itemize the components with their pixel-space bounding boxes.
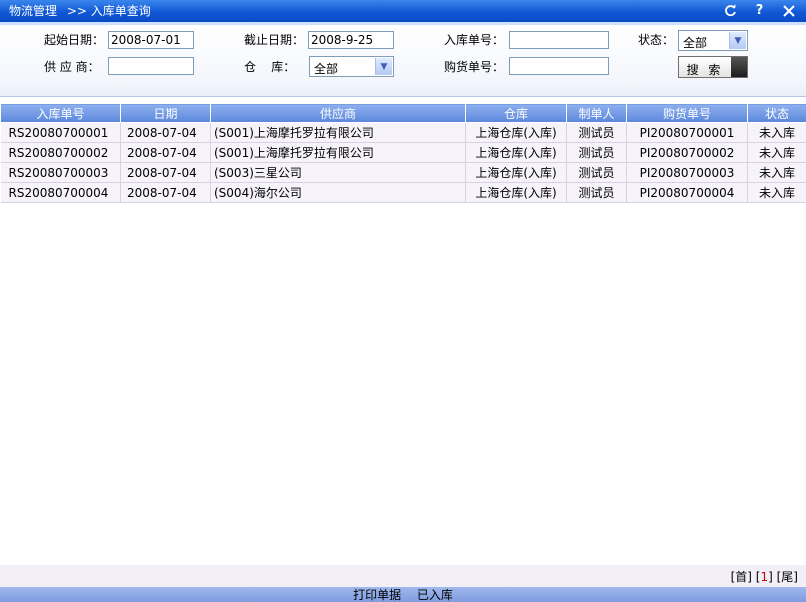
supplier-cell: (S004)海尔公司 <box>210 182 466 203</box>
col-purchase-no[interactable]: 购货单号 <box>626 103 748 123</box>
status-cell: 未入库 <box>747 182 806 203</box>
refresh-icon[interactable] <box>723 2 738 19</box>
print-button[interactable]: 打印单据 <box>353 588 401 602</box>
receipt-no-cell[interactable]: RS20080700003 <box>0 162 121 183</box>
receipt-table: 入库单号 日期 供应商 仓库 制单人 购货单号 状态 RS20080700001… <box>0 103 806 203</box>
status-cell: 未入库 <box>747 142 806 163</box>
table-row[interactable]: RS20080700004 2008-07-04 (S004)海尔公司 上海仓库… <box>0 182 806 203</box>
status-select[interactable]: 全部 ▼ <box>678 30 748 51</box>
date-cell: 2008-07-04 <box>120 142 211 163</box>
date-cell: 2008-07-04 <box>120 162 211 183</box>
current-page-link[interactable]: 1 <box>760 570 768 584</box>
purchase-no-cell: PI20080700002 <box>626 142 748 163</box>
table-row[interactable]: RS20080700003 2008-07-04 (S003)三星公司 上海仓库… <box>0 162 806 183</box>
col-receipt-no[interactable]: 入库单号 <box>0 103 121 123</box>
start-date-input[interactable] <box>108 31 194 49</box>
receipt-no-input[interactable] <box>509 31 609 49</box>
breadcrumb-module[interactable]: 物流管理 <box>9 4 57 18</box>
warehouse-select-value: 全部 <box>314 62 339 76</box>
current-page-close: ] <box>768 570 773 584</box>
warehouse-cell: 上海仓库(入库) <box>465 182 567 203</box>
date-cell: 2008-07-04 <box>120 182 211 203</box>
breadcrumb-page: 入库单查询 <box>90 4 151 18</box>
help-icon[interactable]: ? <box>752 2 767 19</box>
creator-cell: 测试员 <box>566 122 627 143</box>
start-date-label: 起始日期： <box>44 33 105 47</box>
purchase-no-label: 购货单号： <box>444 60 505 74</box>
end-date-label: 截止日期： <box>244 33 305 47</box>
creator-cell: 测试员 <box>566 162 627 183</box>
receipt-no-label: 入库单号： <box>444 33 505 47</box>
purchase-no-input[interactable] <box>509 57 609 75</box>
status-select-value: 全部 <box>683 36 708 50</box>
purchase-no-cell: PI20080700003 <box>626 162 748 183</box>
purchase-no-cell: PI20080700001 <box>626 122 748 143</box>
creator-cell: 测试员 <box>566 182 627 203</box>
col-status[interactable]: 状态 <box>747 103 806 123</box>
supplier-cell: (S003)三星公司 <box>210 162 466 183</box>
pagination-bar: [首] [1] [尾] <box>0 565 806 587</box>
table-header-row: 入库单号 日期 供应商 仓库 制单人 购货单号 状态 <box>0 103 806 123</box>
breadcrumb: 物流管理 >> 入库单查询 <box>9 4 151 18</box>
status-label: 状态： <box>638 33 675 47</box>
close-icon[interactable] <box>781 2 796 19</box>
warehouse-cell: 上海仓库(入库) <box>465 142 567 163</box>
chevron-down-icon[interactable]: ▼ <box>375 58 392 75</box>
last-page-link[interactable]: [尾] <box>777 570 798 584</box>
end-date-input[interactable] <box>308 31 394 49</box>
action-bar: 打印单据 已入库 <box>0 587 806 602</box>
chevron-down-icon[interactable]: ▼ <box>729 32 746 49</box>
warehouse-cell: 上海仓库(入库) <box>465 122 567 143</box>
receipt-no-cell[interactable]: RS20080700002 <box>0 142 121 163</box>
breadcrumb-separator: >> <box>66 4 87 18</box>
status-cell: 未入库 <box>747 122 806 143</box>
first-page-link[interactable]: [首] <box>731 570 752 584</box>
col-creator[interactable]: 制单人 <box>566 103 627 123</box>
search-button[interactable]: 搜 索 <box>678 56 748 78</box>
filter-panel: 起始日期： 截止日期： 入库单号： 状态： 全部 ▼ 供 应 商： 仓 库： 全… <box>0 25 806 97</box>
supplier-cell: (S001)上海摩托罗拉有限公司 <box>210 142 466 163</box>
supplier-input[interactable] <box>108 57 194 75</box>
receipt-no-cell[interactable]: RS20080700001 <box>0 122 121 143</box>
table-row[interactable]: RS20080700001 2008-07-04 (S001)上海摩托罗拉有限公… <box>0 122 806 143</box>
warehouse-cell: 上海仓库(入库) <box>465 162 567 183</box>
col-supplier[interactable]: 供应商 <box>210 103 466 123</box>
purchase-no-cell: PI20080700004 <box>626 182 748 203</box>
col-date[interactable]: 日期 <box>120 103 211 123</box>
creator-cell: 测试员 <box>566 142 627 163</box>
supplier-label: 供 应 商： <box>44 60 100 74</box>
stocked-button[interactable]: 已入库 <box>417 588 453 602</box>
title-bar: 物流管理 >> 入库单查询 ? <box>0 0 806 22</box>
warehouse-select[interactable]: 全部 ▼ <box>309 56 394 77</box>
search-button-edge <box>731 57 747 77</box>
warehouse-label: 仓 库： <box>244 60 296 74</box>
receipt-no-cell[interactable]: RS20080700004 <box>0 182 121 203</box>
col-warehouse[interactable]: 仓库 <box>465 103 567 123</box>
date-cell: 2008-07-04 <box>120 122 211 143</box>
status-cell: 未入库 <box>747 162 806 183</box>
supplier-cell: (S001)上海摩托罗拉有限公司 <box>210 122 466 143</box>
search-button-label: 搜 索 <box>686 63 724 77</box>
table-row[interactable]: RS20080700002 2008-07-04 (S001)上海摩托罗拉有限公… <box>0 142 806 163</box>
